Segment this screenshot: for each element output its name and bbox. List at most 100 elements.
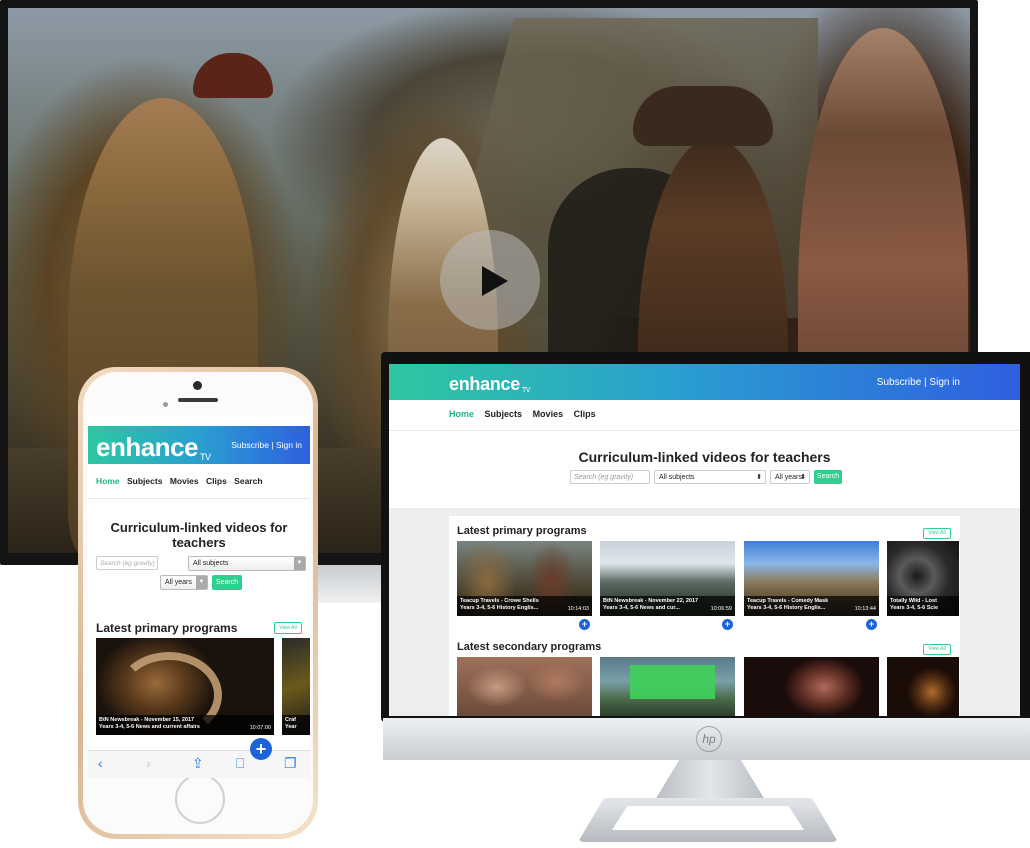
site-header: enhance TV Subscribe | Sign in: [88, 426, 310, 464]
scene-actor-hat: [633, 86, 773, 146]
page-title: Curriculum-linked videos for teachers: [110, 520, 288, 550]
years-select-value: All years: [165, 579, 192, 586]
search-button[interactable]: Search: [814, 470, 842, 484]
nav-clips[interactable]: Clips: [206, 476, 227, 486]
program-meta: Years 3-4, 5-6 News and current affairs: [99, 724, 200, 730]
bookmarks-icon[interactable]: ⎕: [236, 755, 244, 772]
program-card[interactable]: Teacup Travels - Comedy Mask Years 3-4, …: [744, 541, 879, 616]
add-program-button[interactable]: +: [722, 619, 733, 630]
years-select[interactable]: All years ⬍: [770, 470, 810, 484]
nav-movies[interactable]: Movies: [170, 476, 199, 486]
share-icon[interactable]: ⇪: [192, 755, 204, 772]
view-all-button[interactable]: View All: [274, 622, 302, 634]
hp-logo-icon: hp: [696, 726, 722, 752]
phone-camera-icon: [193, 381, 202, 390]
program-meta: Year: [285, 724, 297, 730]
subjects-select-value: All subjects: [659, 474, 695, 481]
play-icon: [482, 266, 508, 296]
program-caption: BtN Newsbreak - November 22, 2017 Years …: [600, 596, 735, 616]
enhance-tv-logo[interactable]: enhance TV: [96, 432, 211, 463]
subscribe-link[interactable]: Subscribe: [877, 377, 921, 388]
logo-text: enhance: [96, 432, 199, 462]
sign-in-link[interactable]: Sign in: [276, 440, 302, 450]
program-card[interactable]: [744, 657, 879, 716]
program-card[interactable]: Craf Year: [282, 638, 310, 735]
program-card[interactable]: BtN Newsbreak - November 15, 2017 Years …: [96, 638, 274, 735]
nav-search[interactable]: Search: [234, 476, 262, 486]
program-title: Totally Wild - Lost: [890, 598, 937, 604]
phone-screen: enhance TV Subscribe | Sign in Home Subje…: [88, 416, 310, 778]
main-nav: Home Subjects Movies Clips Search: [96, 476, 268, 486]
add-program-button[interactable]: +: [579, 619, 590, 630]
add-program-button[interactable]: +: [866, 619, 877, 630]
logo-text: enhance: [449, 374, 520, 394]
search-input[interactable]: Search (eg gravity): [96, 556, 158, 570]
account-links: Subscribe | Sign in: [877, 377, 960, 388]
nav-home[interactable]: Home: [449, 409, 474, 419]
forward-icon[interactable]: ›: [146, 755, 151, 771]
chevron-down-icon: ▼: [196, 576, 207, 589]
phone-speaker-icon: [178, 398, 218, 402]
view-all-secondary-button[interactable]: View All: [923, 644, 951, 655]
page-title: Curriculum-linked videos for teachers: [578, 449, 831, 465]
chevron-down-icon: ▼: [294, 557, 305, 570]
scene-actor-hat: [193, 53, 273, 98]
safari-toolbar: ‹ › ⇪ ⎕ ❐: [88, 750, 310, 778]
account-links: Subscribe | Sign in: [231, 440, 302, 450]
back-icon[interactable]: ‹: [98, 755, 103, 771]
nav-subjects[interactable]: Subjects: [127, 476, 162, 486]
logo-sub: TV: [200, 452, 211, 462]
program-meta: Years 3-4, 5-6 Scie: [890, 605, 939, 611]
tabs-icon[interactable]: ❐: [284, 755, 297, 772]
section-title-secondary: Latest secondary programs: [457, 641, 602, 653]
program-caption: BtN Newsbreak - November 15, 2017 Years …: [96, 715, 274, 735]
program-duration: 10:13:44: [854, 606, 876, 612]
program-card[interactable]: Teacup Travels - Crowe Shells Years 3-4,…: [457, 541, 592, 616]
program-caption: Totally Wild - Lost Years 3-4, 5-6 Scie: [887, 596, 959, 616]
view-all-primary-button[interactable]: View All: [923, 528, 951, 539]
program-title: Teacup Travels - Crowe Shells: [460, 598, 539, 604]
subjects-select-value: All subjects: [193, 560, 229, 567]
site-header: enhance TV Subscribe | Sign in: [389, 364, 1020, 400]
nav-home[interactable]: Home: [96, 476, 120, 486]
add-program-button[interactable]: +: [250, 738, 272, 760]
divider: [88, 498, 310, 499]
program-caption: Teacup Travels - Comedy Mask Years 3-4, …: [744, 596, 879, 616]
phone-sensor-icon: [163, 402, 168, 407]
program-duration: 10:14:03: [567, 606, 589, 612]
program-card[interactable]: [457, 657, 592, 716]
sign-in-link[interactable]: Sign in: [929, 377, 960, 388]
program-card[interactable]: BtN Newsbreak - November 22, 2017 Years …: [600, 541, 735, 616]
program-caption: Craf Year: [282, 715, 310, 735]
chevron-updown-icon: ⬍: [800, 474, 806, 481]
years-select-value: All years: [775, 474, 802, 481]
subjects-select[interactable]: All subjects ⬍: [654, 470, 766, 484]
search-input[interactable]: Search (eg gravity): [570, 470, 650, 484]
years-select[interactable]: All years ▼: [160, 575, 208, 590]
program-title: BtN Newsbreak - November 22, 2017: [603, 598, 699, 604]
thumb-overlay-graphic: [630, 665, 715, 699]
phone-home-button[interactable]: [175, 774, 225, 824]
monitor-base-inner: [612, 806, 804, 830]
program-duration: 10:06:59: [710, 606, 732, 612]
program-card[interactable]: Totally Wild - Lost Years 3-4, 5-6 Scie: [887, 541, 959, 616]
enhance-tv-logo[interactable]: enhance TV: [449, 374, 531, 395]
subjects-select[interactable]: All subjects ▼: [188, 556, 306, 571]
program-title: Teacup Travels - Comedy Mask: [747, 598, 829, 604]
monitor-screen: enhance TV Subscribe | Sign in Home Subje…: [389, 364, 1020, 716]
nav-clips[interactable]: Clips: [574, 409, 596, 419]
monitor-neck: [655, 760, 765, 800]
separator: |: [271, 440, 274, 450]
subscribe-link[interactable]: Subscribe: [231, 440, 269, 450]
search-button[interactable]: Search: [212, 575, 242, 590]
program-duration: 10:07:00: [249, 725, 271, 731]
program-title: Craf: [285, 717, 297, 723]
program-card[interactable]: [600, 657, 735, 716]
program-title: BtN Newsbreak - November 15, 2017: [99, 717, 195, 723]
nav-movies[interactable]: Movies: [533, 409, 564, 419]
program-caption: Teacup Travels - Crowe Shells Years 3-4,…: [457, 596, 592, 616]
nav-subjects[interactable]: Subjects: [485, 409, 523, 419]
program-card[interactable]: [887, 657, 959, 716]
divider: [389, 430, 1020, 431]
section-title-primary: Latest primary programs: [457, 525, 587, 537]
